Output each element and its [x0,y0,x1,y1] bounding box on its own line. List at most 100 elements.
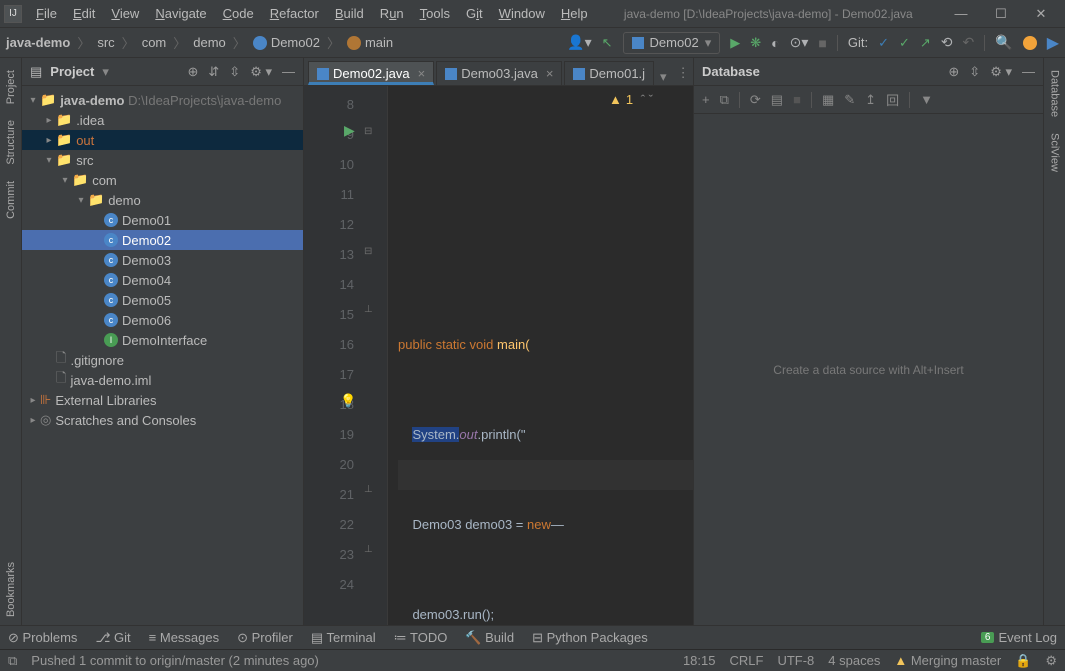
profile-button[interactable]: ⊙▾ [790,34,809,51]
tree-src[interactable]: src [76,153,93,168]
tool-project[interactable]: Project [3,62,19,112]
filter-icon[interactable]: ▼ [920,92,933,107]
jump-to-console-icon[interactable]: ▤ [771,92,783,108]
search-everywhere-icon[interactable]: 🔍 [995,34,1012,51]
coverage-button[interactable]: ◐ [771,35,779,51]
collapse-all-icon[interactable]: ⇳ [229,64,240,80]
close-icon[interactable]: × [418,66,426,81]
tree-demo03[interactable]: Demo03 [122,253,171,268]
tree-idea[interactable]: .idea [76,113,104,128]
tree-ext-libs[interactable]: External Libraries [55,393,156,408]
git-commit-icon[interactable]: ✓ [899,35,910,51]
stop-button[interactable]: ■ [818,35,826,51]
tree-demo01[interactable]: Demo01 [122,213,171,228]
tree-demointerface[interactable]: DemoInterface [122,333,207,348]
min-button[interactable]: — [941,6,981,21]
git-rollback-icon[interactable]: ↶ [963,34,975,51]
run-gutter-icon[interactable]: ▶ [344,122,355,139]
tree-out[interactable]: out [76,133,94,148]
git-history-icon[interactable]: ⟲ [941,34,953,51]
fold-end-icon[interactable]: ⊥ [364,484,373,495]
menu-git[interactable]: Git [458,3,491,24]
tree-demo06[interactable]: Demo06 [122,313,171,328]
expand-all-icon[interactable]: ⇵ [208,64,219,80]
git-update-icon[interactable]: ✓ [878,35,889,51]
tree-demo02[interactable]: Demo02 [122,233,171,248]
status-caret-pos[interactable]: 18:15 [683,653,716,668]
fold-icon[interactable]: ⊟ [364,246,372,257]
tree-demo[interactable]: demo [108,193,141,208]
ide-update-icon[interactable] [1023,36,1037,50]
jetbrains-toolbox-icon[interactable]: ▶ [1047,33,1059,53]
status-branch[interactable]: ▲ Merging master [894,653,1001,668]
status-encoding[interactable]: UTF-8 [777,653,814,668]
close-button[interactable]: ✕ [1021,6,1061,22]
menu-build[interactable]: Build [327,3,372,24]
table-icon[interactable]: ▦ [822,92,834,108]
tree-demo05[interactable]: Demo05 [122,293,171,308]
gear-icon[interactable]: ⚙ ▾ [990,64,1012,80]
back-icon[interactable]: ↖ [602,35,613,51]
menu-refactor[interactable]: Refactor [262,3,327,24]
crumb-src[interactable]: src [97,35,114,50]
crumb-demo[interactable]: demo [193,35,226,50]
debug-button[interactable]: ❋ [750,35,761,51]
crumb-com[interactable]: com [142,35,167,50]
project-tree[interactable]: ▾📁java-demo D:\IdeaProjects\java-demo ▸📁… [22,86,303,625]
tool-database[interactable]: Database [1047,62,1063,125]
tree-root[interactable]: java-demo [60,93,124,108]
tree-demo04[interactable]: Demo04 [122,273,171,288]
crumb-method[interactable]: main [365,35,393,50]
tool-problems[interactable]: ⊘ Problems [8,630,77,646]
tool-build[interactable]: 🔨 Build [465,630,514,646]
status-lock-icon[interactable]: 🔒 [1015,653,1031,669]
menu-edit[interactable]: Edit [65,3,103,24]
tree-iml[interactable]: java-demo.iml [70,373,151,388]
tool-todo[interactable]: ≔ TODO [394,630,448,646]
collapse-all-icon[interactable]: ⇳ [969,64,980,80]
add-icon[interactable]: + [702,92,710,107]
run-button[interactable]: ▶ [730,35,740,51]
fold-end-icon[interactable]: ⊥ [364,544,373,555]
diagram-icon[interactable]: 回 [886,90,899,109]
stop-icon[interactable]: ■ [793,92,801,107]
intention-bulb-icon[interactable]: 💡 [340,393,356,409]
tree-scratches[interactable]: Scratches and Consoles [55,413,196,428]
max-button[interactable]: ☐ [981,6,1021,22]
hide-panel-icon[interactable]: — [282,64,295,80]
tool-git[interactable]: ⎇ Git [95,630,130,646]
status-bg-tasks-icon[interactable]: ⚙ [1045,653,1057,669]
panel-view-dropdown[interactable]: ▾ [102,64,109,80]
fold-end-icon[interactable]: ⊥ [364,304,373,315]
tool-bookmarks[interactable]: Bookmarks [3,554,19,625]
menu-file[interactable]: File [28,3,65,24]
tool-structure[interactable]: Structure [3,112,19,173]
status-line-sep[interactable]: CRLF [730,653,764,668]
breadcrumb[interactable]: java-demo〉 src〉 com〉 demo〉 Demo02〉 main [6,33,393,52]
tool-sciview[interactable]: SciView [1047,125,1063,180]
menu-window[interactable]: Window [491,3,553,24]
tab-demo01[interactable]: Demo01.j [564,61,654,85]
menu-tools[interactable]: Tools [412,3,458,24]
tool-terminal[interactable]: ▤ Terminal [311,630,376,646]
tool-python-packages[interactable]: ⊟ Python Packages [532,630,648,646]
upload-icon[interactable]: ↥ [865,92,876,108]
tool-profiler[interactable]: ⊙ Profiler [237,630,293,646]
run-config-dropdown[interactable]: Demo02▾ [623,32,721,54]
tree-com[interactable]: com [92,173,117,188]
code-editor[interactable]: public static void main( System.out.prin… [388,86,693,625]
duplicate-icon[interactable]: ⧉ [720,92,729,108]
close-icon[interactable]: × [546,66,554,81]
tree-gitignore[interactable]: .gitignore [70,353,123,368]
gutter-icons[interactable]: ▶ ⊟ ⊟ ⊥ ⊥ ⊥ 💡 [360,86,388,625]
tool-messages[interactable]: ≡ Messages [149,630,219,645]
git-push-icon[interactable]: ↗ [920,35,931,51]
refresh-icon[interactable]: ⟳ [750,92,761,108]
status-git-icon[interactable]: ⧉ [8,653,17,669]
add-user-icon[interactable]: 👤▾ [567,34,591,51]
tool-commit[interactable]: Commit [3,173,19,227]
tab-demo02[interactable]: Demo02.java× [308,61,434,85]
status-indent[interactable]: 4 spaces [828,653,880,668]
tab-demo03[interactable]: Demo03.java× [436,61,562,85]
menu-navigate[interactable]: Navigate [147,3,214,24]
